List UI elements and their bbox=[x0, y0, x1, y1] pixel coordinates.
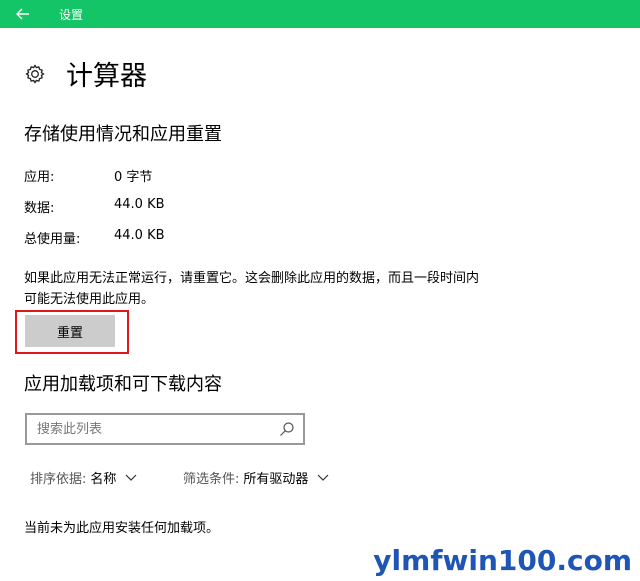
title-bar: 设置 bbox=[0, 0, 640, 28]
gear-icon bbox=[25, 64, 45, 83]
storage-row-total: 总使用量: 44.0 KB bbox=[24, 228, 165, 247]
watermark: ylmfwin100.com bbox=[373, 544, 632, 577]
app-title: 计算器 bbox=[66, 61, 147, 92]
storage-row-label: 数据: bbox=[24, 201, 55, 216]
main-content: 计算器 存储使用情况和应用重置 应用: 0 字节 数据: 44.0 KB 总使用… bbox=[0, 28, 640, 581]
back-button[interactable] bbox=[0, 0, 46, 28]
reset-description: 如果此应用无法正常运行，请重置它。这会删除此应用的数据，而且一段时间内可能无法使… bbox=[24, 271, 480, 307]
storage-row-data: 数据: 44.0 KB bbox=[24, 197, 165, 216]
addon-search-box[interactable] bbox=[25, 413, 305, 445]
storage-row-value: 44.0 KB bbox=[114, 228, 165, 243]
storage-row-label: 总使用量: bbox=[24, 232, 81, 247]
filter-value: 所有驱动器 bbox=[243, 472, 309, 487]
storage-row-label: 应用: bbox=[24, 170, 55, 185]
window-title: 设置 bbox=[59, 7, 84, 22]
back-arrow-icon bbox=[16, 8, 29, 20]
sort-value: 名称 bbox=[90, 472, 117, 487]
addon-search-input[interactable] bbox=[27, 420, 279, 438]
sort-dropdown[interactable]: 排序依据: 名称 bbox=[30, 468, 137, 487]
storage-section-heading: 存储使用情况和应用重置 bbox=[24, 124, 222, 145]
no-addons-message: 当前未为此应用安装任何加载项。 bbox=[24, 521, 220, 536]
filter-dropdown[interactable]: 筛选条件: 所有驱动器 bbox=[183, 468, 329, 487]
chevron-down-icon bbox=[317, 474, 329, 481]
app-header: 计算器 bbox=[24, 54, 147, 93]
storage-row-value: 44.0 KB bbox=[114, 197, 165, 212]
storage-row-app: 应用: 0 字节 bbox=[24, 166, 152, 185]
storage-row-value: 0 字节 bbox=[114, 170, 153, 185]
reset-button[interactable]: 重置 bbox=[25, 315, 115, 347]
filter-label: 筛选条件: bbox=[183, 472, 240, 487]
chevron-down-icon bbox=[125, 474, 137, 481]
addons-section-heading: 应用加载项和可下载内容 bbox=[24, 374, 222, 395]
search-icon[interactable] bbox=[279, 421, 295, 437]
sort-label: 排序依据: bbox=[30, 472, 87, 487]
